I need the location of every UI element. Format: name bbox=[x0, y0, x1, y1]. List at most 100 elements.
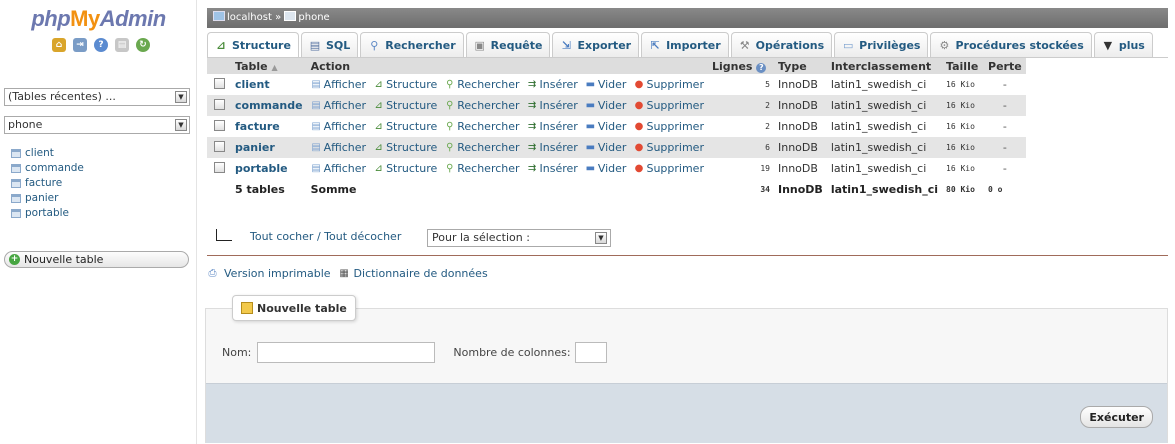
structure-action[interactable]: ⊿ Structure bbox=[373, 99, 437, 112]
table-icon bbox=[11, 208, 21, 218]
tab-exporter[interactable]: ⇲ Exporter bbox=[552, 32, 640, 58]
row-size[interactable]: 16 Kio bbox=[942, 158, 985, 179]
tab-structure[interactable]: ⊿ Structure bbox=[207, 32, 299, 58]
structure-action[interactable]: ⊿ Structure bbox=[373, 120, 437, 133]
browse-action[interactable]: ▤ Afficher bbox=[311, 141, 366, 154]
insert-action[interactable]: ⇉ Insérer bbox=[527, 162, 578, 175]
columns-count-input[interactable] bbox=[574, 342, 607, 363]
col-table[interactable]: Table ▲ bbox=[231, 58, 307, 74]
row-overhead: - bbox=[984, 95, 1026, 116]
help-icon[interactable]: ? bbox=[756, 62, 767, 73]
nav-table-facture[interactable]: facture bbox=[11, 177, 84, 189]
search-icon: ⚲ bbox=[370, 38, 379, 52]
col-overhead: Perte bbox=[984, 58, 1026, 74]
chevron-down-icon: ▼ bbox=[595, 232, 607, 244]
row-checkbox[interactable] bbox=[213, 119, 225, 131]
row-count: 2 bbox=[707, 95, 774, 116]
tab-rechercher[interactable]: ⚲ Rechercher bbox=[360, 32, 464, 58]
browse-action[interactable]: ▤ Afficher bbox=[311, 162, 366, 175]
logout-icon[interactable]: ⇥ bbox=[73, 38, 87, 52]
tables-list: Table ▲ Action Lignes ? Type Interclasse… bbox=[207, 58, 1026, 199]
reload-icon[interactable]: ↻ bbox=[136, 38, 150, 52]
dictionary-icon: ▦ bbox=[339, 268, 349, 279]
phpmyadmin-logo[interactable]: phpMyAdmin bbox=[0, 6, 197, 32]
insert-action[interactable]: ⇉ Insérer bbox=[527, 141, 578, 154]
table-row: facture ▤ Afficher ⊿ Structure ⚲ Rechercher… bbox=[207, 116, 1026, 137]
empty-action[interactable]: ▬ Vider bbox=[585, 78, 627, 91]
table-footer-row: 5 tables Somme 34 InnoDB latin1_swedish_… bbox=[207, 179, 1026, 199]
tab-sql[interactable]: ▤ SQL bbox=[300, 32, 359, 58]
docs-icon[interactable]: ▤ bbox=[115, 38, 129, 52]
tab-importer[interactable]: ⇱ Importer bbox=[641, 32, 729, 58]
row-checkbox[interactable] bbox=[213, 98, 225, 110]
drop-action[interactable]: ● Supprimer bbox=[633, 78, 704, 91]
tab-plus[interactable]: ▼ plus bbox=[1093, 32, 1153, 58]
row-type: InnoDB bbox=[773, 74, 827, 95]
import-icon: ⇱ bbox=[650, 38, 660, 52]
chevron-down-icon: ▼ bbox=[175, 91, 187, 103]
row-size[interactable]: 16 Kio bbox=[942, 137, 985, 158]
nav-table-commande[interactable]: commande bbox=[11, 162, 84, 174]
tab-requete[interactable]: ▣ Requête bbox=[465, 32, 551, 58]
breadcrumb-database[interactable]: phone bbox=[298, 12, 329, 23]
table-name-link[interactable]: facture bbox=[231, 116, 307, 137]
row-checkbox[interactable] bbox=[213, 77, 225, 89]
search-action[interactable]: ⚲ Rechercher bbox=[444, 120, 519, 133]
database-select[interactable]: phone ▼ bbox=[4, 116, 190, 134]
nav-table-list: client commande facture panier portable bbox=[11, 147, 84, 222]
empty-action[interactable]: ▬ Vider bbox=[585, 162, 627, 175]
table-name-link[interactable]: client bbox=[231, 74, 307, 95]
search-action[interactable]: ⚲ Rechercher bbox=[444, 141, 519, 154]
browse-action[interactable]: ▤ Afficher bbox=[311, 99, 366, 112]
structure-action[interactable]: ⊿ Structure bbox=[373, 141, 437, 154]
arrow-up-icon bbox=[216, 228, 232, 241]
drop-action[interactable]: ● Supprimer bbox=[633, 162, 704, 175]
row-checkbox[interactable] bbox=[213, 140, 225, 152]
nav-table-panier[interactable]: panier bbox=[11, 192, 84, 204]
breadcrumb-server[interactable]: localhost bbox=[227, 12, 272, 23]
check-all-link[interactable]: Tout cocher / Tout décocher bbox=[250, 230, 401, 243]
plus-icon: + bbox=[9, 254, 20, 265]
tab-operations[interactable]: ⚒ Opérations bbox=[730, 32, 833, 58]
table-row: client ▤ Afficher ⊿ Structure ⚲ Rechercher … bbox=[207, 74, 1026, 95]
home-icon[interactable]: ⌂ bbox=[52, 38, 66, 52]
nav-table-portable[interactable]: portable bbox=[11, 207, 84, 219]
row-size[interactable]: 16 Kio bbox=[942, 95, 985, 116]
drop-action[interactable]: ● Supprimer bbox=[633, 141, 704, 154]
row-checkbox[interactable] bbox=[213, 161, 225, 173]
drop-action[interactable]: ● Supprimer bbox=[633, 120, 704, 133]
print-view-link[interactable]: ⎙ Version imprimable bbox=[207, 267, 331, 280]
search-action[interactable]: ⚲ Rechercher bbox=[444, 78, 519, 91]
help-icon[interactable]: ? bbox=[94, 38, 108, 52]
tab-procedures[interactable]: ⚙ Procédures stockées bbox=[930, 32, 1092, 58]
drop-action[interactable]: ● Supprimer bbox=[633, 99, 704, 112]
tab-privileges[interactable]: ▭ Privilèges bbox=[834, 32, 929, 58]
row-size[interactable]: 16 Kio bbox=[942, 116, 985, 137]
empty-action[interactable]: ▬ Vider bbox=[585, 120, 627, 133]
nav-table-client[interactable]: client bbox=[11, 147, 84, 159]
drop-icon: ● bbox=[634, 121, 644, 132]
structure-action[interactable]: ⊿ Structure bbox=[373, 162, 437, 175]
search-action[interactable]: ⚲ Rechercher bbox=[444, 162, 519, 175]
table-name-link[interactable]: commande bbox=[231, 95, 307, 116]
data-dictionary-link[interactable]: ▦ Dictionnaire de données bbox=[339, 267, 487, 280]
table-name-link[interactable]: portable bbox=[231, 158, 307, 179]
nav-new-table-button[interactable]: + Nouvelle table bbox=[4, 251, 189, 268]
browse-action[interactable]: ▤ Afficher bbox=[311, 78, 366, 91]
row-size[interactable]: 16 Kio bbox=[942, 74, 985, 95]
table-name-link[interactable]: panier bbox=[231, 137, 307, 158]
structure-action[interactable]: ⊿ Structure bbox=[373, 78, 437, 91]
table-icon bbox=[11, 178, 21, 188]
empty-action[interactable]: ▬ Vider bbox=[585, 141, 627, 154]
with-selected-select[interactable]: Pour la sélection : ▼ bbox=[427, 229, 611, 247]
insert-action[interactable]: ⇉ Insérer bbox=[527, 78, 578, 91]
insert-icon: ⇉ bbox=[527, 163, 537, 174]
insert-action[interactable]: ⇉ Insérer bbox=[527, 99, 578, 112]
recent-tables-select[interactable]: (Tables récentes) ... ▼ bbox=[4, 88, 190, 106]
execute-button[interactable]: Exécuter bbox=[1080, 406, 1153, 428]
search-action[interactable]: ⚲ Rechercher bbox=[444, 99, 519, 112]
empty-action[interactable]: ▬ Vider bbox=[585, 99, 627, 112]
browse-action[interactable]: ▤ Afficher bbox=[311, 120, 366, 133]
insert-action[interactable]: ⇉ Insérer bbox=[527, 120, 578, 133]
table-name-input[interactable] bbox=[257, 342, 436, 363]
